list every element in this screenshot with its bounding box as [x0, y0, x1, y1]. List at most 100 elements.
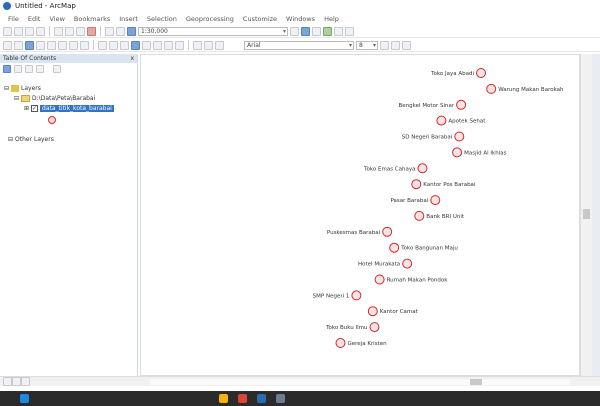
menu-edit[interactable]: Edit — [28, 15, 41, 23]
italic-icon[interactable] — [391, 40, 400, 50]
table-of-contents-icon[interactable] — [301, 26, 310, 36]
menu-bookmarks[interactable]: Bookmarks — [74, 15, 110, 23]
python-window-icon[interactable] — [345, 26, 354, 36]
map-horizontal-scrollbar[interactable] — [150, 379, 570, 385]
arctoolbox-icon[interactable] — [334, 26, 343, 36]
map-point[interactable] — [436, 115, 447, 126]
map-point[interactable] — [417, 163, 428, 174]
bold-icon[interactable] — [380, 40, 389, 50]
map-canvas[interactable]: Toko Jaya Abadi Warung Makan Barokah Bengk… — [141, 55, 581, 377]
start-icon[interactable] — [20, 394, 29, 403]
zoom-in-icon[interactable] — [3, 40, 12, 50]
data-view-icon[interactable] — [3, 377, 12, 386]
map-point[interactable] — [454, 131, 465, 142]
zoom-out-icon[interactable] — [14, 40, 23, 50]
scrollbar-thumb[interactable] — [583, 209, 590, 219]
underline-icon[interactable] — [402, 40, 411, 50]
menu-geoprocessing[interactable]: Geoprocessing — [186, 15, 234, 23]
collapse-icon[interactable]: ⊟ — [4, 85, 9, 92]
map-vertical-scrollbar[interactable] — [580, 54, 592, 376]
map-display[interactable]: Toko Jaya Abadi Warung Makan Barokah Bengk… — [140, 54, 580, 376]
map-point[interactable] — [389, 242, 400, 253]
map-point[interactable] — [476, 68, 486, 78]
toc-folder-row[interactable]: ⊟ D:\Data\Peta\Barabai — [14, 95, 95, 102]
layout-view-icon[interactable] — [12, 377, 21, 386]
toc-layer-row[interactable]: ⊞ ✓ data_titik_kota_barabai — [24, 105, 114, 112]
open-icon[interactable] — [14, 26, 23, 36]
new-document-icon[interactable] — [3, 26, 12, 36]
app-icon[interactable] — [276, 394, 285, 403]
menu-customize[interactable]: Customize — [243, 15, 277, 23]
delete-icon[interactable] — [87, 26, 96, 36]
toc-dataframe-row[interactable]: ⊟ Layers — [4, 85, 41, 92]
list-by-selection-icon[interactable] — [36, 65, 44, 73]
map-point[interactable] — [402, 258, 413, 269]
map-point[interactable] — [369, 322, 380, 333]
point-symbol-icon[interactable] — [48, 116, 56, 124]
undo-icon[interactable] — [105, 26, 114, 36]
identify-icon[interactable] — [131, 40, 140, 50]
map-point[interactable] — [452, 147, 463, 158]
select-elements-icon[interactable] — [120, 40, 129, 50]
editor-toolbar-icon[interactable] — [290, 26, 299, 36]
menu-insert[interactable]: Insert — [119, 15, 138, 23]
menu-file[interactable]: File — [8, 15, 19, 23]
find-icon[interactable] — [142, 40, 151, 50]
map-point[interactable] — [335, 338, 346, 348]
menu-view[interactable]: View — [49, 15, 64, 23]
full-extent-icon[interactable] — [36, 40, 45, 50]
expand-icon[interactable]: ⊞ — [24, 105, 29, 112]
arcmap-taskbar-icon[interactable] — [257, 394, 266, 403]
map-point[interactable] — [367, 306, 378, 317]
rectangle-icon[interactable] — [215, 40, 224, 50]
catalog-window-icon[interactable] — [312, 26, 321, 36]
collapse-icon[interactable]: ⊟ — [8, 136, 13, 143]
font-size-dropdown[interactable]: 8 ▾ — [356, 40, 378, 50]
list-by-source-icon[interactable] — [14, 65, 22, 73]
html-popup-icon[interactable] — [175, 40, 184, 50]
map-point[interactable] — [414, 210, 425, 221]
options-icon[interactable] — [53, 65, 61, 73]
map-point[interactable] — [374, 274, 385, 285]
select-features-icon[interactable] — [98, 40, 107, 50]
fixed-zoom-in-icon[interactable] — [47, 40, 56, 50]
back-extent-icon[interactable] — [69, 40, 78, 50]
copy-icon[interactable] — [65, 26, 74, 36]
file-explorer-icon[interactable] — [219, 394, 228, 403]
toc-other-row[interactable]: ⊟ Other Layers — [8, 136, 54, 143]
scrollbar-thumb[interactable] — [470, 379, 482, 385]
save-icon[interactable] — [25, 26, 34, 36]
redo-icon[interactable] — [116, 26, 125, 36]
browser-icon[interactable] — [238, 394, 247, 403]
search-window-icon[interactable] — [323, 26, 332, 36]
refresh-icon[interactable] — [21, 377, 30, 386]
cut-icon[interactable] — [54, 26, 63, 36]
text-icon[interactable] — [204, 40, 213, 50]
print-icon[interactable] — [36, 26, 45, 36]
hyperlink-icon[interactable] — [164, 40, 173, 50]
font-family-dropdown[interactable]: Arial ▾ — [244, 40, 354, 50]
layer-visibility-checkbox[interactable]: ✓ — [31, 105, 39, 112]
list-by-visibility-icon[interactable] — [25, 65, 33, 73]
forward-extent-icon[interactable] — [80, 40, 89, 50]
clear-selection-icon[interactable] — [109, 40, 118, 50]
map-point[interactable] — [430, 195, 441, 206]
paste-icon[interactable] — [76, 26, 85, 36]
pan-icon[interactable] — [25, 40, 34, 50]
list-by-drawing-order-icon[interactable] — [3, 65, 11, 73]
map-point[interactable] — [382, 226, 393, 237]
collapse-icon[interactable]: ⊟ — [14, 95, 19, 102]
map-point[interactable] — [411, 179, 422, 190]
drawing-icon[interactable] — [193, 40, 202, 50]
toc-close-icon[interactable]: x — [130, 55, 134, 62]
menu-help[interactable]: Help — [324, 15, 339, 23]
map-point[interactable] — [486, 83, 497, 94]
menu-selection[interactable]: Selection — [147, 15, 177, 23]
menu-windows[interactable]: Windows — [286, 15, 315, 23]
fixed-zoom-out-icon[interactable] — [58, 40, 67, 50]
map-scale-dropdown[interactable]: 1:30,000 ▾ — [138, 26, 288, 36]
toc-layer-symbol-row[interactable] — [48, 116, 56, 124]
add-data-icon[interactable] — [127, 26, 136, 36]
map-point[interactable] — [456, 99, 467, 110]
map-point[interactable] — [351, 290, 362, 301]
